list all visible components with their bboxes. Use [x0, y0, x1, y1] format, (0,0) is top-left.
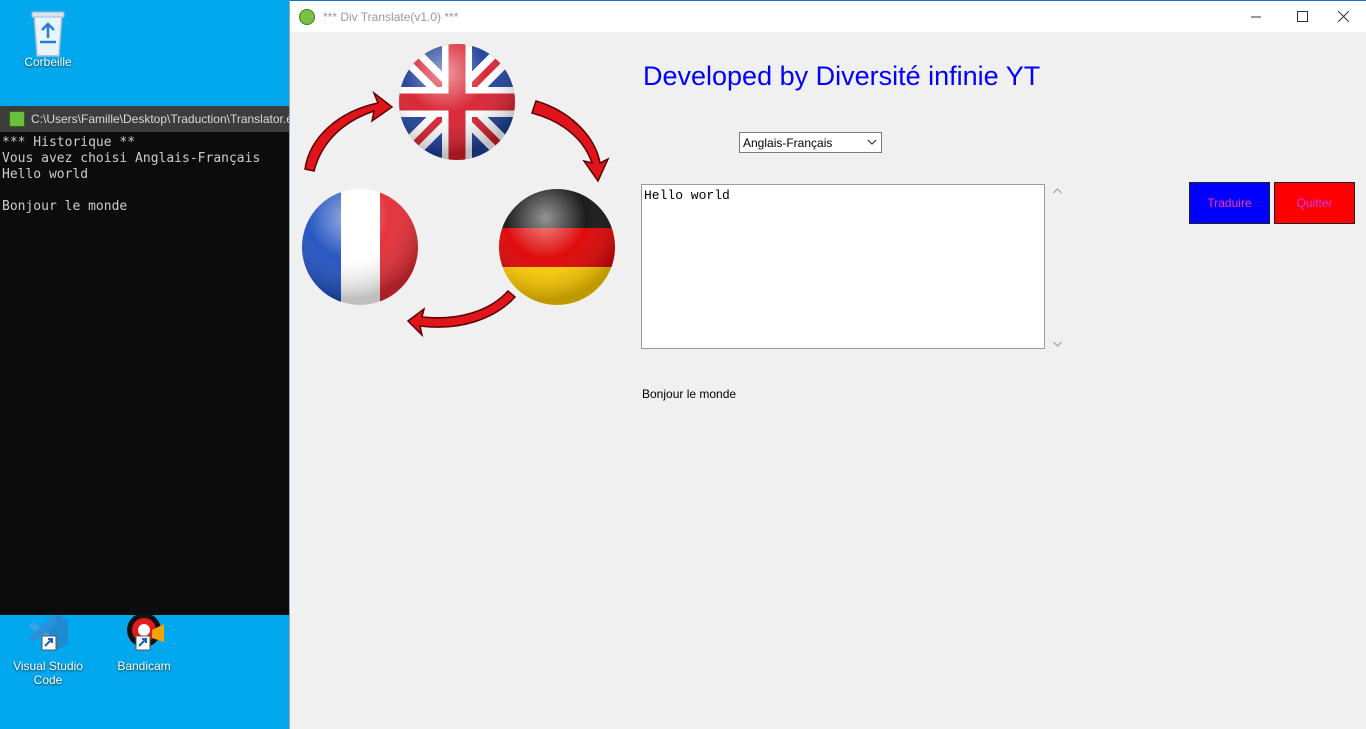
vscode-icon: [26, 612, 70, 656]
language-select[interactable]: Anglais-Français: [739, 132, 882, 153]
desktop-icon-recycle-bin[interactable]: Corbeille: [8, 8, 88, 69]
console-title: C:\Users\Famille\Desktop\Traduction\Tran…: [31, 112, 289, 126]
scroll-up-icon[interactable]: [1053, 188, 1062, 194]
arrow-icon: [531, 100, 610, 183]
developer-heading: Developed by Diversité infinie YT: [643, 61, 1041, 91]
translate-button[interactable]: Traduire: [1189, 182, 1270, 224]
app-window[interactable]: *** Div Translate(v1.0) *** Developed by…: [289, 0, 1366, 729]
chevron-down-icon: [867, 139, 877, 145]
text-scrollbar[interactable]: [1049, 184, 1066, 349]
console-output: *** Historique ** Vous avez choisi Angla…: [2, 135, 261, 214]
language-select-value: Anglais-Français: [743, 135, 833, 150]
desktop-icon-label: Visual Studio Code: [13, 659, 83, 687]
maximize-button[interactable]: [1279, 1, 1325, 32]
app-icon: [299, 8, 315, 25]
desktop-icon-vscode[interactable]: Visual Studio Code: [8, 612, 88, 687]
app-title: *** Div Translate(v1.0) ***: [323, 9, 459, 24]
minimize-icon: [1251, 16, 1261, 17]
close-icon: [1337, 11, 1349, 22]
uk-flag-icon: [399, 44, 515, 160]
desktop-icon-bandicam[interactable]: Bandicam: [104, 612, 184, 673]
arrow-icon: [406, 289, 517, 338]
console-app-icon: [9, 111, 25, 127]
france-flag-icon: [302, 189, 418, 305]
console-titlebar[interactable]: C:\Users\Famille\Desktop\Traduction\Tran…: [0, 106, 289, 132]
quit-button[interactable]: Quitter: [1274, 182, 1355, 224]
recycle-bin-icon: [26, 8, 70, 57]
translation-flags-logo: [302, 44, 615, 338]
maximize-icon: [1296, 11, 1308, 22]
console-window[interactable]: C:\Users\Famille\Desktop\Traduction\Tran…: [0, 106, 289, 615]
scroll-down-icon[interactable]: [1053, 341, 1062, 347]
app-titlebar[interactable]: *** Div Translate(v1.0) ***: [290, 1, 1366, 32]
close-button[interactable]: [1320, 1, 1366, 32]
bandicam-icon: [122, 612, 166, 656]
germany-flag-icon: [499, 189, 615, 305]
translation-result: Bonjour le monde: [642, 387, 737, 401]
minimize-button[interactable]: [1233, 1, 1279, 32]
arrow-icon: [304, 90, 394, 172]
source-text-input[interactable]: Hello world: [641, 184, 1045, 349]
desktop-icon-label: Bandicam: [117, 659, 171, 673]
